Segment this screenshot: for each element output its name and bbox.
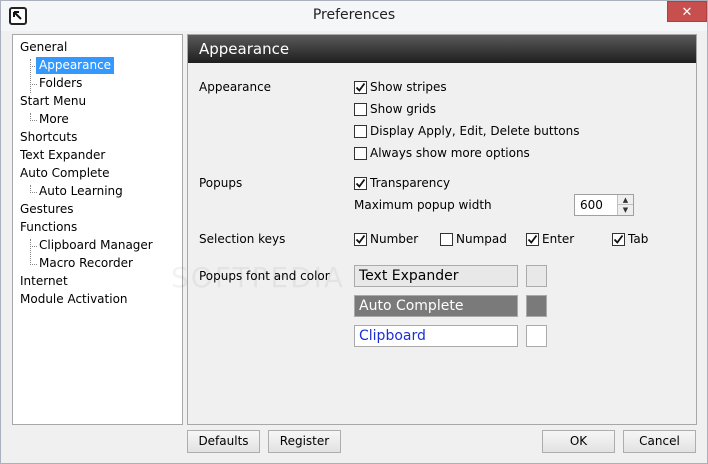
clipboard-font-button[interactable]: Clipboard [354, 325, 518, 347]
close-button[interactable]: ✕ [667, 1, 707, 22]
checkbox-box[interactable] [354, 124, 367, 138]
checkbox-box[interactable] [354, 102, 367, 116]
always-show-more-checkbox[interactable]: Always show more options [354, 145, 530, 161]
tab-checkbox[interactable]: Tab [612, 231, 648, 247]
tab-label: Tab [628, 232, 649, 246]
auto-complete-color-swatch[interactable] [526, 295, 547, 317]
sidebar-item-gestures[interactable]: Gestures [17, 201, 77, 218]
sidebar-item-text-expander[interactable]: Text Expander [17, 147, 108, 164]
check-icon [527, 234, 538, 244]
sidebar-item-shortcuts[interactable]: Shortcuts [17, 129, 80, 146]
max-popup-width-value[interactable]: 600 [580, 198, 603, 212]
transparency-label: Transparency [370, 176, 451, 190]
selection-keys-label: Selection keys [199, 232, 286, 246]
sidebar-item-general[interactable]: General [17, 39, 70, 56]
auto-complete-font-button[interactable]: Auto Complete [354, 295, 518, 317]
numpad-label: Numpad [456, 232, 507, 246]
window-title: Preferences [312, 7, 396, 23]
register-button[interactable]: Register [268, 430, 341, 453]
sidebar-item-clipboard-manager[interactable]: Clipboard Manager [36, 237, 156, 254]
sidebar-item-internet[interactable]: Internet [17, 273, 71, 290]
spinner-buttons: ▲ ▼ [617, 195, 633, 215]
checkbox-box[interactable] [354, 146, 367, 160]
enter-checkbox[interactable]: Enter [526, 231, 574, 247]
enter-label: Enter [542, 232, 575, 246]
check-icon [355, 178, 366, 188]
sidebar-item-auto-complete[interactable]: Auto Complete [17, 165, 113, 182]
sidebar-item-macro-recorder[interactable]: Macro Recorder [36, 255, 136, 272]
transparency-checkbox[interactable]: Transparency [354, 175, 450, 191]
sidebar-item-module-activation[interactable]: Module Activation [17, 291, 131, 308]
always-show-more-label: Always show more options [370, 146, 530, 160]
show-stripes-checkbox[interactable]: Show stripes [354, 79, 447, 95]
clipboard-color-swatch[interactable] [526, 325, 547, 347]
preferences-window: Preferences ✕ General Appearance Folders… [0, 0, 708, 464]
checkbox-box[interactable] [440, 232, 453, 246]
check-icon [613, 234, 624, 244]
close-icon: ✕ [681, 5, 693, 20]
sidebar-item-appearance[interactable]: Appearance [36, 57, 115, 74]
cancel-button[interactable]: Cancel [623, 430, 696, 453]
display-buttons-label: Display Apply, Edit, Delete buttons [370, 124, 580, 138]
title-bar: Preferences ✕ [1, 1, 707, 31]
checkbox-box[interactable] [354, 232, 367, 246]
check-icon [355, 234, 366, 244]
check-icon [355, 82, 366, 92]
spinner-up-icon[interactable]: ▲ [618, 195, 633, 205]
sidebar-item-start-menu[interactable]: Start Menu [17, 93, 89, 110]
text-expander-color-swatch[interactable] [526, 265, 547, 287]
show-grids-label: Show grids [370, 102, 436, 116]
checkbox-box[interactable] [354, 176, 367, 190]
spinner-down-icon[interactable]: ▼ [618, 205, 633, 215]
checkbox-box[interactable] [354, 80, 367, 94]
number-checkbox[interactable]: Number [354, 231, 418, 247]
text-expander-font-button[interactable]: Text Expander [354, 265, 518, 287]
sidebar-item-auto-learning[interactable]: Auto Learning [36, 183, 126, 200]
panel-header: Appearance [188, 35, 696, 63]
max-popup-width-spinner[interactable]: 600 ▲ ▼ [574, 194, 634, 216]
sidebar-item-functions[interactable]: Functions [17, 219, 80, 236]
max-popup-width-label: Maximum popup width [354, 198, 492, 212]
numpad-checkbox[interactable]: Numpad [440, 231, 507, 247]
checkbox-box[interactable] [526, 232, 539, 246]
number-label: Number [370, 232, 419, 246]
checkbox-box[interactable] [612, 232, 625, 246]
defaults-button[interactable]: Defaults [187, 430, 260, 453]
sidebar-item-more[interactable]: More [36, 111, 72, 128]
popups-section-label: Popups [199, 176, 243, 190]
sidebar-item-folders[interactable]: Folders [36, 75, 85, 92]
popups-font-color-label: Popups font and color [199, 269, 330, 283]
show-grids-checkbox[interactable]: Show grids [354, 101, 436, 117]
category-tree[interactable]: General Appearance Folders Start Menu Mo… [12, 34, 183, 425]
appearance-section-label: Appearance [199, 80, 272, 94]
display-buttons-checkbox[interactable]: Display Apply, Edit, Delete buttons [354, 123, 580, 139]
show-stripes-label: Show stripes [370, 80, 447, 94]
ok-button[interactable]: OK [542, 430, 615, 453]
